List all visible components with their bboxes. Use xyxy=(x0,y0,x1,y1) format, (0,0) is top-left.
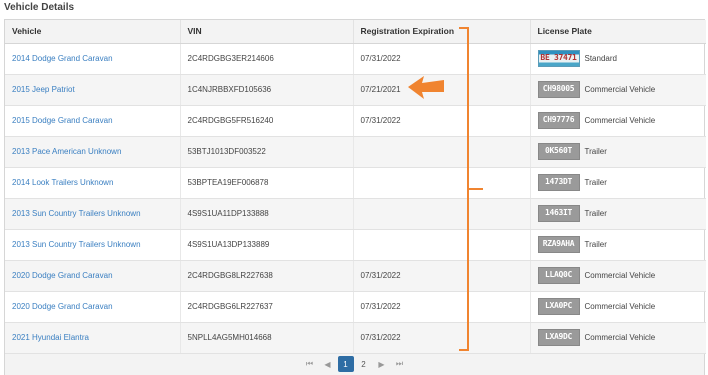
license-plate-type: Commercial Vehicle xyxy=(584,116,656,125)
license-plate-image: LXA9DC xyxy=(537,329,580,346)
license-plate-type: Standard xyxy=(584,54,617,63)
annotation-bracket-tick xyxy=(469,188,483,190)
registration-expiration-cell: 07/31/2022 xyxy=(353,291,531,323)
license-plate-type: Trailer xyxy=(584,147,607,156)
table-row[interactable]: 2020 Dodge Grand Caravan 2C4RDGBG6LR22763… xyxy=(5,291,706,323)
registration-expiration-cell xyxy=(353,198,531,230)
table-row[interactable]: 2014 Look Trailers Unknown 53BPTEA19EF006… xyxy=(5,167,706,199)
license-plate-image: 0K560T xyxy=(537,143,580,160)
first-page-icon[interactable]: ⏮ xyxy=(302,356,318,372)
license-plate-image: LXA0PC xyxy=(537,298,580,315)
vehicle-link[interactable]: 2013 Pace American Unknown xyxy=(5,136,181,168)
table-row[interactable]: 2014 Dodge Grand Caravan 2C4RDGBG3ER21460… xyxy=(5,43,706,75)
license-plate-cell: LXA0PC Commercial Vehicle xyxy=(530,291,706,323)
annotation-arrow-icon xyxy=(408,76,444,99)
license-plate-number: 0K560T xyxy=(544,146,573,155)
license-plate-number: 1473DT xyxy=(544,177,573,186)
table-header-row: Vehicle VIN Registration Expiration Lice… xyxy=(5,20,706,44)
license-plate-cell: LXA9DC Commercial Vehicle xyxy=(530,322,706,354)
table-row[interactable]: 2015 Jeep Patriot 1C4NJRBBXFD105636 07/21/… xyxy=(5,74,706,106)
license-plate-number: LXA0PC xyxy=(544,301,573,310)
vin-cell: 2C4RDGBG5FR516240 xyxy=(180,105,354,137)
table-row[interactable]: 2015 Dodge Grand Caravan 2C4RDGBG5FR51624… xyxy=(5,105,706,137)
vehicle-link[interactable]: 2014 Look Trailers Unknown xyxy=(5,167,181,199)
column-header-license-plate[interactable]: License Plate xyxy=(530,20,706,44)
license-plate-type: Commercial Vehicle xyxy=(584,85,656,94)
vehicle-link[interactable]: 2020 Dodge Grand Caravan xyxy=(5,291,181,323)
license-plate-image: RZA9AHA xyxy=(537,236,580,253)
table-row[interactable]: 2013 Pace American Unknown 53BTJ1013DF003… xyxy=(5,136,706,168)
license-plate-number: CH98005 xyxy=(542,84,575,93)
vehicle-link[interactable]: 2013 Sun Country Trailers Unknown xyxy=(5,198,181,230)
vehicle-grid: Vehicle VIN Registration Expiration Lice… xyxy=(4,19,706,375)
license-plate-image: CH97776 xyxy=(537,112,580,129)
vehicle-link[interactable]: 2014 Dodge Grand Caravan xyxy=(5,43,181,75)
vehicle-link[interactable]: 2020 Dodge Grand Caravan xyxy=(5,260,181,292)
vehicle-link[interactable]: 2021 Hyundai Elantra xyxy=(5,322,181,354)
vin-cell: 2C4RDGBG3ER214606 xyxy=(180,43,354,75)
license-plate-number: BE 37471 xyxy=(540,53,577,62)
column-header-vehicle[interactable]: Vehicle xyxy=(5,20,181,44)
registration-expiration-cell xyxy=(353,229,531,261)
license-plate-number: LXA9DC xyxy=(544,332,573,341)
license-plate-type: Trailer xyxy=(584,209,607,218)
table-row[interactable]: 2020 Dodge Grand Caravan 2C4RDGBG8LR22763… xyxy=(5,260,706,292)
vehicle-table: Vehicle VIN Registration Expiration Lice… xyxy=(5,20,706,354)
vin-cell: 1C4NJRBBXFD105636 xyxy=(180,74,354,106)
license-plate-cell: 1463IT Trailer xyxy=(530,198,706,230)
license-plate-image: BE 37471 xyxy=(537,50,580,67)
license-plate-image: 1463IT xyxy=(537,205,580,222)
pager: ⏮ ◀ 1 2 ▶ ⏭ xyxy=(5,353,704,375)
license-plate-image: CH98005 xyxy=(537,81,580,98)
license-plate-image: LLAQ0C xyxy=(537,267,580,284)
license-plate-type: Commercial Vehicle xyxy=(584,333,656,342)
registration-expiration-cell: 07/31/2022 xyxy=(353,322,531,354)
registration-expiration-cell xyxy=(353,167,531,199)
prev-page-icon[interactable]: ◀ xyxy=(320,356,336,372)
vin-cell: 5NPLL4AG5MH014668 xyxy=(180,322,354,354)
page-2-button[interactable]: 2 xyxy=(356,356,372,372)
license-plate-number: 1463IT xyxy=(544,208,573,217)
license-plate-type: Commercial Vehicle xyxy=(584,302,656,311)
next-page-icon[interactable]: ▶ xyxy=(374,356,390,372)
license-plate-cell: CH98005 Commercial Vehicle xyxy=(530,74,706,106)
license-plate-cell: 1473DT Trailer xyxy=(530,167,706,199)
vin-cell: 53BPTEA19EF006878 xyxy=(180,167,354,199)
license-plate-number: CH97776 xyxy=(542,115,575,124)
section-title: Vehicle Details xyxy=(4,2,75,13)
registration-expiration-cell xyxy=(353,136,531,168)
table-row[interactable]: 2013 Sun Country Trailers Unknown 4S9S1UA… xyxy=(5,229,706,261)
vehicle-link[interactable]: 2013 Sun Country Trailers Unknown xyxy=(5,229,181,261)
table-row[interactable]: 2021 Hyundai Elantra 5NPLL4AG5MH014668 07/… xyxy=(5,322,706,354)
table-row[interactable]: 2013 Sun Country Trailers Unknown 4S9S1UA… xyxy=(5,198,706,230)
annotation-bracket xyxy=(459,27,469,351)
vin-cell: 4S9S1UA13DP133889 xyxy=(180,229,354,261)
table-body: 2014 Dodge Grand Caravan 2C4RDGBG3ER21460… xyxy=(5,43,706,354)
license-plate-type: Trailer xyxy=(584,240,607,249)
license-plate-image: 1473DT xyxy=(537,174,580,191)
vin-cell: 2C4RDGBG8LR227638 xyxy=(180,260,354,292)
license-plate-cell: RZA9AHA Trailer xyxy=(530,229,706,261)
vehicle-link[interactable]: 2015 Jeep Patriot xyxy=(5,74,181,106)
vehicle-link[interactable]: 2015 Dodge Grand Caravan xyxy=(5,105,181,137)
registration-expiration-cell: 07/31/2022 xyxy=(353,43,531,75)
license-plate-cell: LLAQ0C Commercial Vehicle xyxy=(530,260,706,292)
vin-cell: 4S9S1UA11DP133888 xyxy=(180,198,354,230)
license-plate-cell: CH97776 Commercial Vehicle xyxy=(530,105,706,137)
license-plate-type: Commercial Vehicle xyxy=(584,271,656,280)
license-plate-cell: 0K560T Trailer xyxy=(530,136,706,168)
page-1-button[interactable]: 1 xyxy=(337,356,354,372)
registration-expiration-cell: 07/31/2022 xyxy=(353,105,531,137)
registration-expiration-cell: 07/31/2022 xyxy=(353,260,531,292)
last-page-icon[interactable]: ⏭ xyxy=(392,356,408,372)
license-plate-number: RZA9AHA xyxy=(542,239,575,248)
column-header-vin[interactable]: VIN xyxy=(180,20,354,44)
vin-cell: 2C4RDGBG6LR227637 xyxy=(180,291,354,323)
license-plate-type: Trailer xyxy=(584,178,607,187)
license-plate-number: LLAQ0C xyxy=(544,270,573,279)
vin-cell: 53BTJ1013DF003522 xyxy=(180,136,354,168)
column-header-registration[interactable]: Registration Expiration xyxy=(353,20,531,44)
license-plate-cell: BE 37471 Standard xyxy=(530,43,706,75)
